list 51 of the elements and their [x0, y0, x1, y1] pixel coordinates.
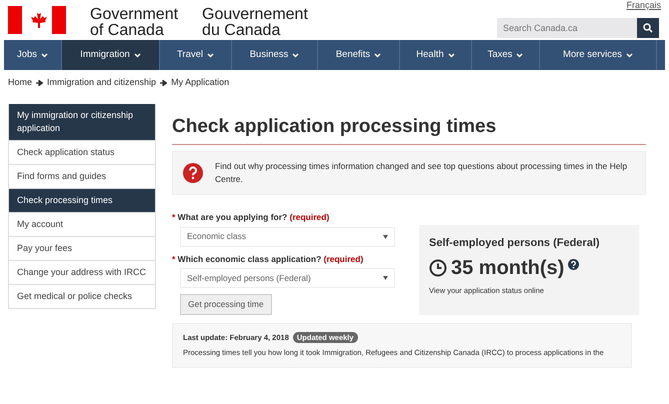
caret-icon: [134, 52, 141, 58]
search-icon: [643, 23, 653, 33]
sidebar-item[interactable]: Change your address with IRCC: [8, 260, 156, 284]
wordmark-fr: Gouvernement du Canada: [202, 7, 308, 39]
caret-icon: [41, 52, 48, 58]
menu-item[interactable]: Immigration: [62, 40, 160, 70]
processing-time: 35 month(s): [451, 256, 564, 282]
breadcrumb-link[interactable]: My Application: [171, 76, 230, 90]
sidebar-item[interactable]: Pay your fees: [8, 236, 156, 260]
flag-icon: [8, 6, 66, 34]
wordmark-en: Government of Canada: [90, 7, 178, 39]
sidebar-item[interactable]: My account: [8, 212, 156, 236]
clock-icon: [429, 259, 447, 278]
search-field[interactable]: Search Canada.ca: [497, 18, 637, 38]
field-label: * What are you applying for? (required): [172, 210, 330, 224]
help-icon[interactable]: [568, 259, 580, 270]
menu-item[interactable]: Business: [232, 40, 318, 70]
menu-item[interactable]: Health: [400, 40, 472, 70]
select-field[interactable]: Self-employed persons (Federal): [180, 268, 395, 288]
help-link[interactable]: why processing times information changed: [248, 161, 409, 172]
help-link[interactable]: top questions about processing times: [444, 161, 584, 172]
sidebar-item[interactable]: Check processing times: [8, 188, 156, 212]
notice-text: Find out why processing times information changed and see top questions about processing times in the Help Centre.: [215, 160, 628, 186]
sidebar-heading[interactable]: My immigration or citizenship application: [8, 104, 156, 140]
menu-item[interactable]: Travel: [160, 40, 232, 70]
caret-icon: [383, 276, 388, 280]
caret-icon: [383, 234, 388, 239]
caret-icon: [448, 52, 455, 58]
get-time-button[interactable]: Get processing time: [180, 294, 272, 316]
language-link[interactable]: Français: [626, 0, 661, 10]
arrow-icon: [36, 80, 44, 86]
caret-icon: [207, 52, 214, 58]
search-button[interactable]: [637, 18, 659, 38]
sidebar-item[interactable]: Find forms and guides: [8, 164, 156, 188]
caret-icon: [516, 52, 524, 58]
page-title: Check application processing times: [172, 112, 646, 146]
caret-icon: [626, 52, 634, 58]
result-title: Self-employed persons (Federal): [429, 236, 601, 251]
select-field[interactable]: Economic class: [180, 226, 395, 247]
breadcrumb-link[interactable]: Immigration and citizenship: [47, 76, 156, 90]
arrow-icon: [160, 80, 168, 86]
question-icon: [183, 163, 203, 184]
menu-item[interactable]: Taxes: [472, 40, 540, 70]
sidebar-item[interactable]: Check application status: [8, 140, 156, 164]
breadcrumb-link[interactable]: Home: [8, 76, 32, 90]
menu-item[interactable]: Benefits: [318, 40, 400, 70]
field-label: * Which economic class application? (required): [172, 252, 364, 266]
caret-icon: [292, 52, 300, 58]
caret-icon: [374, 52, 382, 58]
menu-item[interactable]: More services: [540, 40, 657, 70]
sidebar-item[interactable]: Get medical or police checks: [8, 284, 156, 308]
